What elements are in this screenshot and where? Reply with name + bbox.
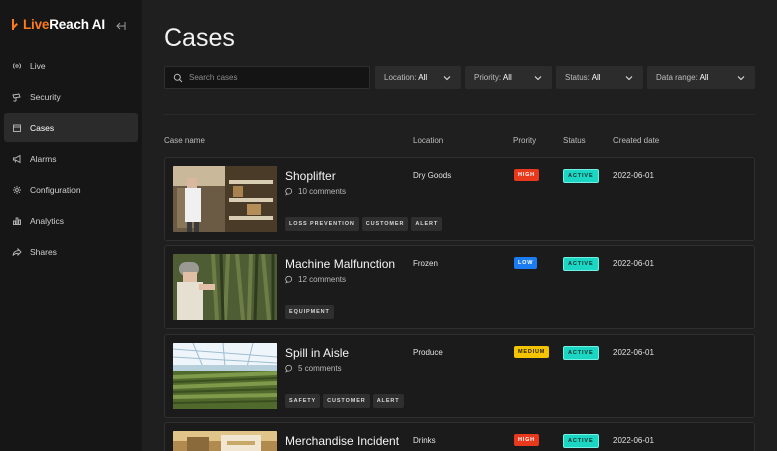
gear-icon: [12, 185, 22, 195]
tag[interactable]: CUSTOMER: [361, 217, 409, 231]
bar-chart-icon: [12, 216, 22, 226]
sidebar-item-label: Configuration: [30, 184, 81, 195]
logo-mark-icon: [12, 19, 19, 30]
sidebar-item-label: Alarms: [30, 153, 57, 164]
tag[interactable]: CUSTOMER: [323, 394, 370, 408]
brand-name: LiveReach AI: [23, 17, 105, 32]
chevron-down-icon: [737, 75, 745, 80]
filter-label: Location: All: [384, 73, 428, 82]
tag[interactable]: LOSS PREVENTION: [285, 217, 359, 231]
created-date: 2022-06-01: [613, 171, 654, 180]
case-row[interactable]: Machine Malfunction 12 comments EQUIPMEN…: [164, 245, 755, 329]
brand-logo[interactable]: LiveReach AI: [12, 17, 105, 32]
case-thumbnail: [173, 343, 277, 409]
megaphone-icon: [12, 154, 22, 164]
case-name: Shoplifter: [285, 169, 336, 183]
case-name: Spill in Aisle: [285, 346, 350, 360]
status-badge: ACTIVE: [563, 257, 599, 271]
sidebar-item-label: Live: [30, 60, 46, 71]
status-badge: ACTIVE: [563, 434, 599, 448]
chevron-down-icon: [625, 75, 633, 80]
sidebar-item-alarms[interactable]: Alarms: [4, 144, 138, 173]
collapse-sidebar-icon[interactable]: [115, 19, 127, 31]
sidebar-item-analytics[interactable]: Analytics: [4, 206, 138, 235]
filter-label: Data range: All: [656, 73, 709, 82]
tag-list: LOSS PREVENTION CUSTOMER ALERT: [285, 217, 443, 231]
comments-count[interactable]: 5 comments: [285, 364, 342, 373]
broadcast-icon: [12, 61, 22, 71]
page-title: Cases: [164, 24, 235, 52]
sidebar-item-cases[interactable]: Cases: [4, 113, 138, 142]
date-range-filter[interactable]: Data range: All: [647, 66, 755, 89]
sidebar-item-live[interactable]: Live: [4, 51, 138, 80]
created-date: 2022-06-01: [613, 259, 654, 268]
location-filter[interactable]: Location: All: [375, 66, 461, 89]
status-badge: ACTIVE: [563, 346, 599, 360]
priority-badge: MEDIUM: [514, 346, 550, 358]
sidebar-item-label: Security: [30, 91, 61, 102]
column-header-status[interactable]: Status: [563, 136, 586, 145]
case-location: Dry Goods: [413, 171, 452, 180]
comment-icon: [285, 275, 293, 284]
chevron-down-icon: [534, 75, 542, 80]
comment-icon: [285, 187, 293, 196]
tag[interactable]: SAFETY: [285, 394, 321, 408]
priority-filter[interactable]: Priority: All: [465, 66, 552, 89]
case-location: Produce: [413, 348, 443, 357]
sidebar-item-label: Cases: [30, 122, 55, 133]
case-thumbnail: [173, 254, 277, 320]
sidebar-item-security[interactable]: Security: [4, 82, 138, 111]
search-box[interactable]: [164, 66, 370, 89]
case-thumbnail: [173, 431, 277, 451]
tag[interactable]: ALERT: [411, 217, 443, 231]
created-date: 2022-06-01: [613, 436, 654, 445]
camera-icon: [12, 92, 22, 102]
comments-count[interactable]: 10 comments: [285, 187, 346, 196]
case-location: Frozen: [413, 259, 438, 268]
sidebar-nav: Live Security Cases Alarms Configuration…: [4, 51, 138, 268]
folder-icon: [12, 123, 22, 133]
chevron-down-icon: [443, 75, 451, 80]
sidebar-item-shares[interactable]: Shares: [4, 237, 138, 266]
priority-badge: LOW: [514, 257, 538, 269]
status-filter[interactable]: Status: All: [556, 66, 643, 89]
column-header-priority[interactable]: Prority: [513, 136, 536, 145]
sidebar-item-configuration[interactable]: Configuration: [4, 175, 138, 204]
status-badge: ACTIVE: [563, 169, 599, 183]
priority-badge: HIGH: [514, 434, 539, 446]
created-date: 2022-06-01: [613, 348, 654, 357]
filter-label: Priority: All: [474, 73, 512, 82]
comment-icon: [285, 364, 293, 373]
tag[interactable]: EQUIPMENT: [285, 305, 334, 319]
tag-list: EQUIPMENT: [285, 305, 334, 319]
column-header-created-date[interactable]: Created date: [613, 136, 659, 145]
tag[interactable]: ALERT: [372, 394, 404, 408]
case-row[interactable]: Spill in Aisle 5 comments SAFETY CUSTOME…: [164, 334, 755, 418]
priority-badge: HIGH: [514, 169, 539, 181]
search-icon: [173, 73, 183, 82]
divider: [164, 114, 755, 115]
case-thumbnail: [173, 166, 277, 232]
column-header-location[interactable]: Location: [413, 136, 443, 145]
sidebar-item-label: Shares: [30, 246, 57, 257]
sidebar: LiveReach AI Live Security Cases Alarms …: [0, 0, 142, 451]
case-name: Merchandise Incident: [285, 434, 400, 448]
column-header-case-name[interactable]: Case name: [164, 136, 205, 145]
case-location: Drinks: [413, 436, 436, 445]
tag-list: SAFETY CUSTOMER ALERT: [285, 394, 404, 408]
comments-count[interactable]: 12 comments: [285, 275, 346, 284]
case-row[interactable]: Shoplifter 10 comments LOSS PREVENTION C…: [164, 157, 755, 241]
filter-label: Status: All: [565, 73, 601, 82]
main-content: Cases Location: All Priority: All Status…: [142, 0, 777, 451]
share-icon: [12, 247, 22, 257]
search-input[interactable]: [189, 73, 359, 82]
case-name: Machine Malfunction: [285, 257, 396, 271]
case-row[interactable]: Merchandise Incident Drinks HIGH ACTIVE …: [164, 422, 755, 451]
sidebar-item-label: Analytics: [30, 215, 65, 226]
